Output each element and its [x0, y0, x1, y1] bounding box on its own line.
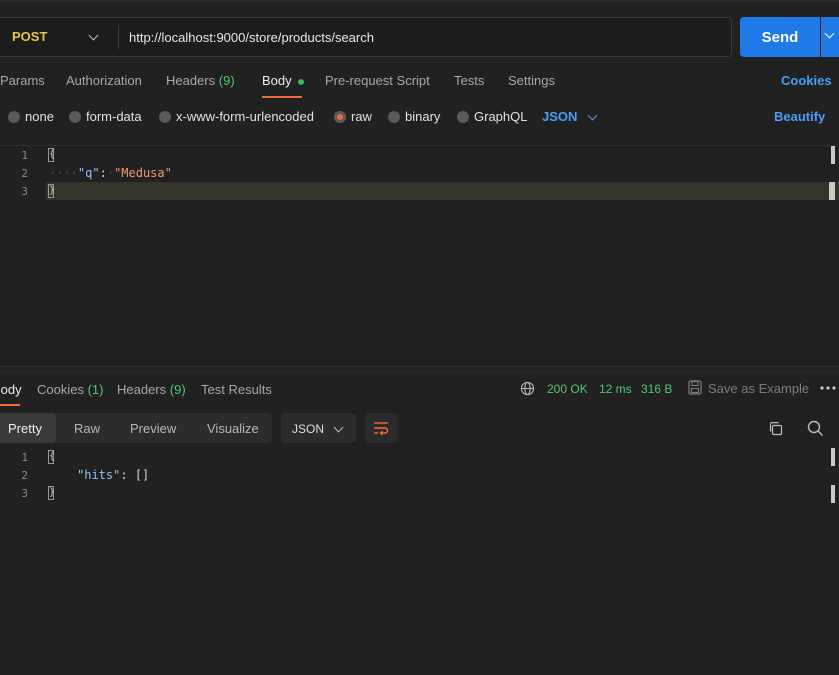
body-format-chevron-icon[interactable]	[587, 110, 598, 121]
open-brace[interactable]: {	[48, 450, 55, 464]
response-size[interactable]: 316 B	[641, 382, 672, 396]
radio-form-data[interactable]	[69, 111, 81, 123]
send-button[interactable]: Send	[740, 17, 820, 57]
save-icon	[688, 380, 702, 395]
body-format-select[interactable]: JSON	[542, 109, 577, 124]
radio-graphql-label[interactable]: GraphQL	[474, 109, 527, 124]
method-select[interactable]: POST	[12, 29, 47, 44]
radio-binary[interactable]	[388, 111, 400, 123]
response-tab-cookies-label: Cookies	[37, 382, 84, 397]
response-format-label[interactable]: JSON	[292, 422, 324, 436]
view-mode-preview[interactable]: Preview	[130, 421, 176, 436]
tab-body-label: Body	[262, 73, 292, 88]
view-mode-raw[interactable]: Raw	[74, 421, 100, 436]
response-tab-headers-count: (9)	[169, 382, 186, 397]
response-active-tab-indicator	[0, 404, 20, 406]
pane-divider[interactable]	[0, 366, 839, 367]
top-edge	[0, 0, 839, 2]
status-code[interactable]: 200 OK	[547, 382, 588, 396]
search-icon[interactable]	[807, 420, 824, 437]
pane-divider-lower	[0, 371, 839, 372]
tab-body[interactable]: Body	[262, 73, 304, 88]
radio-raw[interactable]	[334, 111, 346, 123]
response-tab-body[interactable]: Body	[0, 382, 22, 397]
response-tab-headers-label: Headers	[117, 382, 167, 397]
radio-x-www-form-urlencoded[interactable]	[159, 111, 171, 123]
line-number: 1	[21, 451, 28, 464]
send-chevron-icon[interactable]	[824, 28, 835, 39]
line-number: 3	[21, 185, 28, 198]
tab-authorization[interactable]: Authorization	[66, 73, 142, 88]
radio-raw-label[interactable]: raw	[351, 109, 372, 124]
active-tab-indicator	[262, 96, 302, 98]
json-colon: :	[120, 468, 128, 482]
tab-pre-request-script[interactable]: Pre-request Script	[325, 73, 430, 88]
space-marker: ·	[106, 166, 115, 180]
wrap-lines-icon[interactable]	[373, 421, 389, 435]
beautify-button[interactable]: Beautify	[774, 109, 825, 124]
globe-icon[interactable]	[520, 381, 535, 396]
tab-params[interactable]: Params	[0, 73, 45, 88]
radio-x-www-form-urlencoded-label[interactable]: x-www-form-urlencoded	[176, 109, 314, 124]
radio-binary-label[interactable]: binary	[405, 109, 440, 124]
wrap-lines-button[interactable]	[365, 413, 397, 443]
radio-graphql[interactable]	[457, 111, 469, 123]
close-brace[interactable]: }	[48, 184, 55, 198]
response-tab-cookies-count: (1)	[87, 382, 104, 397]
editor-scrollbar[interactable]	[831, 146, 835, 164]
view-mode-pretty[interactable]: Pretty	[8, 421, 42, 436]
cookies-link[interactable]: Cookies	[781, 73, 832, 88]
current-line-highlight	[46, 182, 839, 200]
url-input[interactable]: http://localhost:9000/store/products/sea…	[129, 30, 374, 45]
response-scrollbar[interactable]	[831, 448, 835, 466]
line-number: 1	[21, 149, 28, 162]
close-brace[interactable]: }	[48, 486, 55, 500]
response-code-line-2[interactable]: "hits": []	[77, 468, 149, 482]
url-divider	[118, 25, 119, 49]
response-overview-marker	[831, 485, 835, 503]
json-colon: :	[99, 166, 107, 180]
more-options-icon[interactable]	[820, 386, 836, 390]
line-number: 2	[21, 469, 28, 482]
modified-dot-icon	[297, 78, 304, 85]
response-tab-test-results[interactable]: Test Results	[201, 382, 272, 397]
response-time[interactable]: 12 ms	[599, 382, 632, 396]
response-tab-headers[interactable]: Headers (9)	[117, 382, 186, 397]
radio-none[interactable]	[8, 111, 20, 123]
tab-headers-count: (9)	[218, 73, 235, 88]
tab-headers[interactable]: Headers (9)	[166, 73, 235, 88]
line-number: 3	[21, 487, 28, 500]
code-line-2[interactable]: ····"q":·"Medusa"	[49, 166, 172, 180]
tab-headers-label: Headers	[166, 73, 216, 88]
json-key: "hits"	[77, 468, 121, 482]
editor-top-border	[0, 145, 839, 146]
indent-guide: ····	[49, 166, 78, 180]
response-tab-cookies[interactable]: Cookies (1)	[37, 382, 103, 397]
tab-tests[interactable]: Tests	[454, 73, 484, 88]
radio-none-label[interactable]: none	[25, 109, 54, 124]
json-value: "Medusa"	[114, 166, 172, 180]
editor-overview-marker	[829, 182, 835, 200]
save-as-example-button[interactable]: Save as Example	[708, 381, 809, 396]
radio-form-data-label[interactable]: form-data	[86, 109, 142, 124]
copy-icon[interactable]	[768, 421, 783, 436]
json-key: "q"	[77, 166, 100, 180]
send-options-button[interactable]	[821, 17, 839, 57]
json-value: []	[134, 468, 150, 482]
tab-settings[interactable]: Settings	[508, 73, 555, 88]
view-mode-visualize[interactable]: Visualize	[207, 421, 259, 436]
line-number: 2	[21, 167, 28, 180]
open-brace[interactable]: {	[48, 148, 55, 162]
